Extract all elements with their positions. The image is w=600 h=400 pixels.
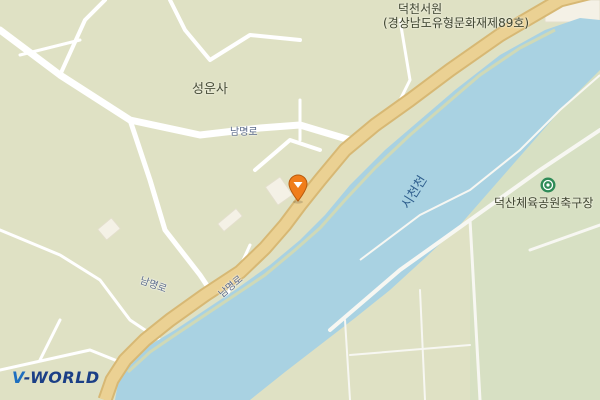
- map-view[interactable]: 덕천서원 (경상남도유형문화재제89호) 성운사 남명로 남명로 남명로 시천천…: [0, 0, 600, 400]
- local-road: [168, 0, 302, 62]
- temple-label: 성운사: [192, 82, 228, 97]
- seowon-note-label: (경상남도유형문화재제89호): [383, 16, 530, 30]
- sports-park-label: 덕산체육공원축구장: [494, 196, 594, 210]
- local-road: [419, 289, 426, 400]
- local-road: [349, 344, 471, 356]
- local-road: [344, 319, 351, 400]
- building: [217, 208, 243, 232]
- local-road: [127, 117, 213, 293]
- local-road: [0, 228, 162, 342]
- location-pin-icon[interactable]: [286, 174, 310, 204]
- vworld-logo: V-WORLD: [12, 368, 100, 387]
- road-label: 남명로: [230, 127, 258, 138]
- soccer-ball-icon: [540, 177, 556, 193]
- local-road: [253, 138, 322, 172]
- local-road: [38, 318, 62, 362]
- local-road: [58, 0, 107, 77]
- building: [97, 217, 121, 241]
